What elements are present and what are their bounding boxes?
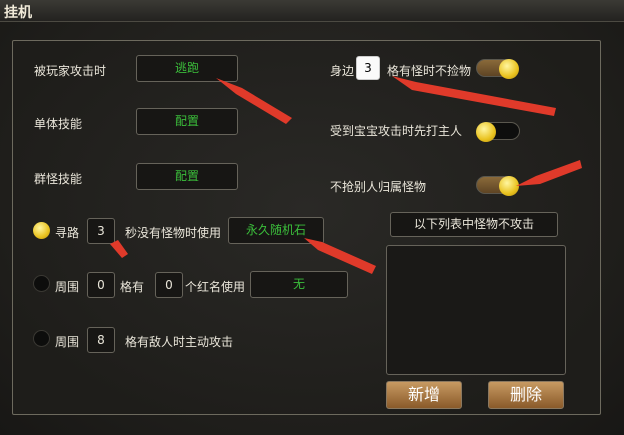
around-red-range-input[interactable]: 0 bbox=[87, 272, 115, 298]
side-label: 身边 bbox=[330, 64, 355, 78]
no-steal-label: 不抢别人归属怪物 bbox=[330, 180, 427, 194]
single-skill-config-button[interactable]: 配置 bbox=[136, 108, 238, 135]
side-range-input[interactable]: 3 bbox=[356, 56, 380, 80]
attacked-label: 被玩家攻击时 bbox=[34, 64, 107, 78]
no-loot-label: 格有怪时不捡物 bbox=[387, 64, 472, 78]
around-enemy-range-input[interactable]: 8 bbox=[87, 327, 115, 353]
around-red-text-b: 个红名使用 bbox=[185, 280, 246, 294]
title-bar[interactable]: 挂机 bbox=[0, 0, 624, 22]
monster-list-header: 以下列表中怪物不攻击 bbox=[390, 212, 558, 237]
delete-monster-button[interactable]: 删除 bbox=[488, 381, 564, 409]
around-enemy-text: 格有敌人时主动攻击 bbox=[125, 335, 234, 349]
around-enemy-label: 周围 bbox=[55, 335, 80, 349]
window-title: 挂机 bbox=[4, 5, 32, 21]
pathing-radio[interactable] bbox=[33, 222, 50, 239]
no-steal-toggle[interactable] bbox=[476, 176, 519, 196]
group-skill-label: 群怪技能 bbox=[34, 172, 83, 186]
attacked-action-button[interactable]: 逃跑 bbox=[136, 55, 238, 82]
pathing-label: 寻路 bbox=[55, 226, 80, 240]
toggle-knob bbox=[476, 122, 496, 142]
pet-attack-label: 受到宝宝攻击时先打主人 bbox=[330, 124, 463, 138]
around-red-label: 周围 bbox=[55, 280, 80, 294]
around-enemy-radio[interactable] bbox=[33, 330, 50, 347]
single-skill-label: 单体技能 bbox=[34, 117, 83, 131]
pet-attack-toggle[interactable] bbox=[476, 122, 520, 142]
pathing-seconds-input[interactable]: 3 bbox=[87, 218, 115, 244]
add-monster-button[interactable]: 新增 bbox=[386, 381, 462, 409]
around-red-count-input[interactable]: 0 bbox=[155, 272, 183, 298]
group-skill-config-button[interactable]: 配置 bbox=[136, 163, 238, 190]
monster-exclude-list[interactable] bbox=[386, 245, 566, 375]
around-red-item-button[interactable]: 无 bbox=[250, 271, 348, 298]
around-red-text-a: 格有 bbox=[120, 280, 145, 294]
toggle-knob bbox=[499, 59, 519, 79]
toggle-knob bbox=[499, 176, 519, 196]
pathing-text: 秒没有怪物时使用 bbox=[125, 226, 222, 240]
no-loot-toggle[interactable] bbox=[476, 59, 519, 79]
pathing-item-button[interactable]: 永久随机石 bbox=[228, 217, 324, 244]
around-red-radio[interactable] bbox=[33, 275, 50, 292]
